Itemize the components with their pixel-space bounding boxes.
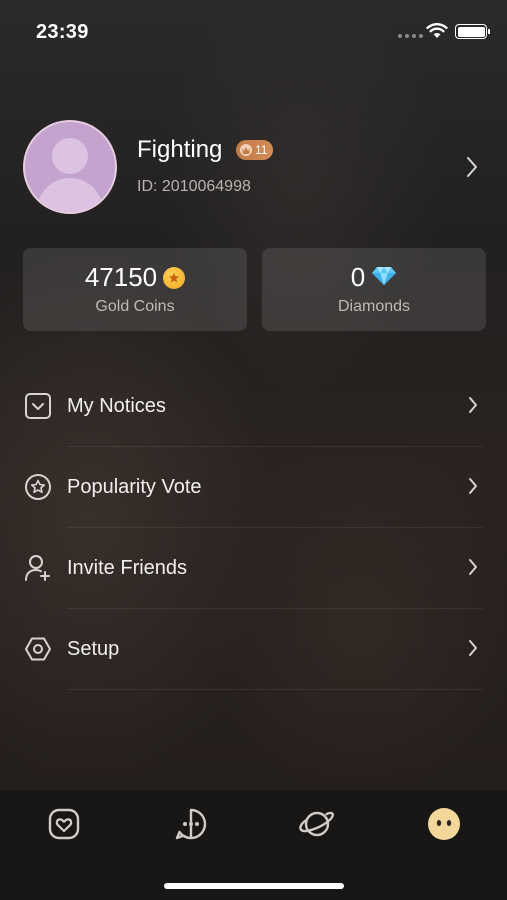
avatar[interactable] [23,120,117,214]
diamonds-value: 0 [350,262,366,292]
chevron-right-icon [468,639,478,662]
diamonds-label: Diamonds [337,298,411,315]
signal-icon [398,34,423,38]
profile-face-icon [427,807,461,846]
chevron-right-icon [468,477,478,500]
star-icon [24,473,52,501]
menu-item-setup[interactable]: Setup [0,609,507,690]
chevron-right-icon [468,558,478,581]
crown-icon [240,144,252,156]
menu-list: My Notices Popularity Vote Invite Friend… [0,366,507,690]
add-user-icon [24,554,52,582]
status-time: 23:39 [36,21,89,43]
menu-item-my-notices[interactable]: My Notices [0,366,507,447]
heart-icon [47,807,81,846]
divider [67,689,483,690]
menu-item-popularity-vote[interactable]: Popularity Vote [0,447,507,528]
settings-icon [24,635,52,663]
notice-icon [24,392,52,420]
tab-chat[interactable] [171,806,211,846]
user-id: ID: 2010064998 [137,178,251,195]
user-name: Fighting [137,136,223,163]
chevron-right-icon [468,396,478,419]
menu-item-invite-friends[interactable]: Invite Friends [0,528,507,609]
level-badge: 11 [236,140,274,160]
diamond-icon [371,262,397,293]
chat-icon [174,807,208,846]
gold-coins-label: Gold Coins [95,298,175,315]
gold-coins-card[interactable]: 47150 Gold Coins [23,248,247,331]
tab-heart[interactable] [44,806,84,846]
tab-explore[interactable] [297,806,337,846]
menu-item-label: Setup [67,638,120,660]
menu-item-label: Invite Friends [67,557,188,579]
diamonds-card[interactable]: 0 Diamonds [262,248,486,331]
battery-icon [455,24,490,39]
chevron-right-icon[interactable] [466,156,478,183]
home-indicator [164,883,344,889]
tab-profile[interactable] [424,806,464,846]
status-bar: 23:39 [0,0,507,64]
menu-item-label: Popularity Vote [67,476,202,498]
gold-coins-value: 47150 [84,262,158,292]
profile-header[interactable]: Fighting 11 ID: 2010064998 [0,118,507,218]
planet-icon [298,807,336,846]
coin-icon [163,266,186,289]
wifi-icon [426,22,448,44]
level-value: 11 [255,143,268,157]
menu-item-label: My Notices [67,395,166,417]
